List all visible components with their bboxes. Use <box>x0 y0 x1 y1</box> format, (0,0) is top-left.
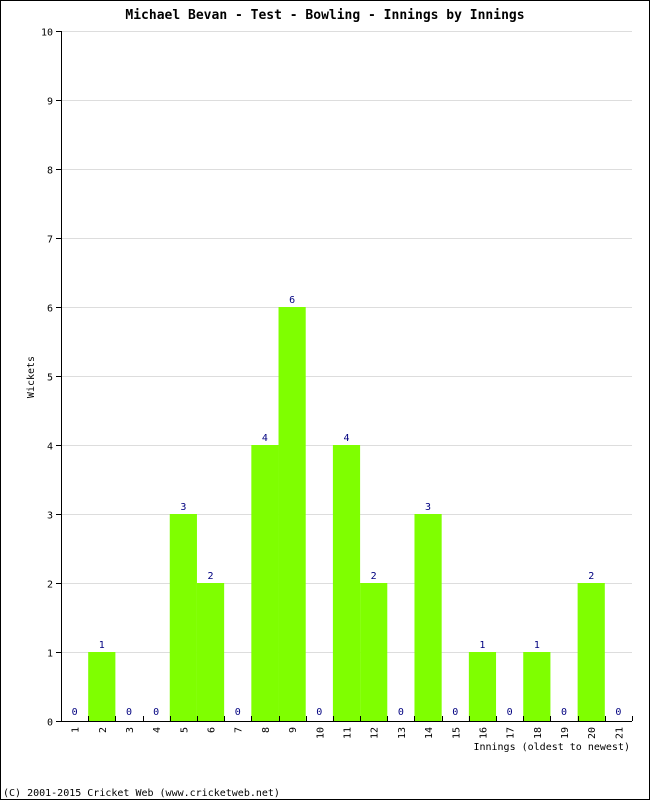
x-tick-labels: 1 2 3 4 5 6 7 8 9 10 11 12 13 14 15 16 17 18 19 20 21 <box>71 727 626 739</box>
x-axis-label: Innings (oldest to newest) <box>473 742 630 753</box>
x-tick-label: 21 <box>614 727 625 739</box>
data-label: 3 <box>180 502 186 513</box>
data-label: 0 <box>235 707 241 718</box>
data-label: 4 <box>262 433 268 444</box>
x-tick-label: 7 <box>234 727 245 733</box>
data-label: 6 <box>289 295 295 306</box>
y-tick-label: 4 <box>47 442 53 453</box>
y-tick-label: 7 <box>47 235 53 246</box>
bar-chart: Michael Bevan - Test - Bowling - Innings… <box>3 8 633 799</box>
y-tick-label: 5 <box>47 373 53 384</box>
x-tick-label: 11 <box>343 727 354 739</box>
x-tick-label: 18 <box>533 727 544 739</box>
data-label: 2 <box>208 571 214 582</box>
x-tick-label: 8 <box>261 727 272 733</box>
bar <box>360 583 388 721</box>
x-tick-label: 14 <box>424 727 435 739</box>
bar <box>251 445 279 721</box>
data-label: 0 <box>316 707 322 718</box>
bar <box>414 514 442 721</box>
bar <box>332 445 361 721</box>
bar <box>88 652 116 721</box>
x-tick-label: 10 <box>315 727 326 739</box>
data-label: 0 <box>507 707 513 718</box>
data-label: 3 <box>425 502 431 513</box>
x-tick-label: 17 <box>506 727 517 739</box>
x-tick-label: 19 <box>560 727 571 739</box>
data-label: 4 <box>343 433 349 444</box>
y-tick-label: 3 <box>47 511 53 522</box>
bar <box>169 514 197 721</box>
y-tick-label: 6 <box>47 304 53 315</box>
data-label: 0 <box>561 707 567 718</box>
data-label: 2 <box>371 571 377 582</box>
x-tick-label: 9 <box>288 727 299 733</box>
chart-frame: Michael Bevan - Test - Bowling - Innings… <box>0 0 650 800</box>
data-label: 1 <box>479 640 485 651</box>
data-label: 1 <box>534 640 540 651</box>
x-tick-label: 5 <box>179 727 190 733</box>
y-tick-label: 1 <box>47 649 53 660</box>
chart-title: Michael Bevan - Test - Bowling - Innings… <box>125 8 524 23</box>
x-tick-label: 2 <box>98 727 109 733</box>
y-tick-label: 9 <box>47 97 53 108</box>
y-tick-label: 2 <box>47 580 53 591</box>
data-label: 0 <box>126 707 132 718</box>
data-label: 0 <box>72 707 78 718</box>
data-label: 0 <box>153 707 159 718</box>
data-label: 0 <box>398 707 404 718</box>
data-label: 0 <box>615 707 621 718</box>
y-axis-label: Wickets <box>26 356 37 398</box>
x-tick-label: 15 <box>451 727 462 739</box>
y-tick-label: 10 <box>41 28 53 39</box>
y-tick-label: 8 <box>47 166 53 177</box>
data-label: 2 <box>588 571 594 582</box>
x-tick-label: 4 <box>152 727 163 733</box>
y-tick-labels: 0 1 2 3 4 5 6 7 8 9 10 <box>41 28 53 729</box>
x-tick-label: 16 <box>478 727 489 739</box>
y-tick-label: 0 <box>47 718 53 729</box>
bar <box>278 307 306 721</box>
x-tick-label: 13 <box>397 727 408 739</box>
bar <box>196 583 225 721</box>
bar <box>523 652 551 721</box>
x-tick-label: 1 <box>71 727 82 733</box>
copyright-footer: (C) 2001-2015 Cricket Web (www.cricketwe… <box>3 788 280 799</box>
bar <box>577 583 605 721</box>
x-tick-label: 20 <box>587 727 598 739</box>
x-tick-label: 3 <box>125 727 136 733</box>
x-tick-label: 12 <box>370 727 381 739</box>
data-label: 1 <box>99 640 105 651</box>
data-label: 0 <box>452 707 458 718</box>
x-tick-label: 6 <box>207 727 218 733</box>
bar <box>468 652 497 721</box>
